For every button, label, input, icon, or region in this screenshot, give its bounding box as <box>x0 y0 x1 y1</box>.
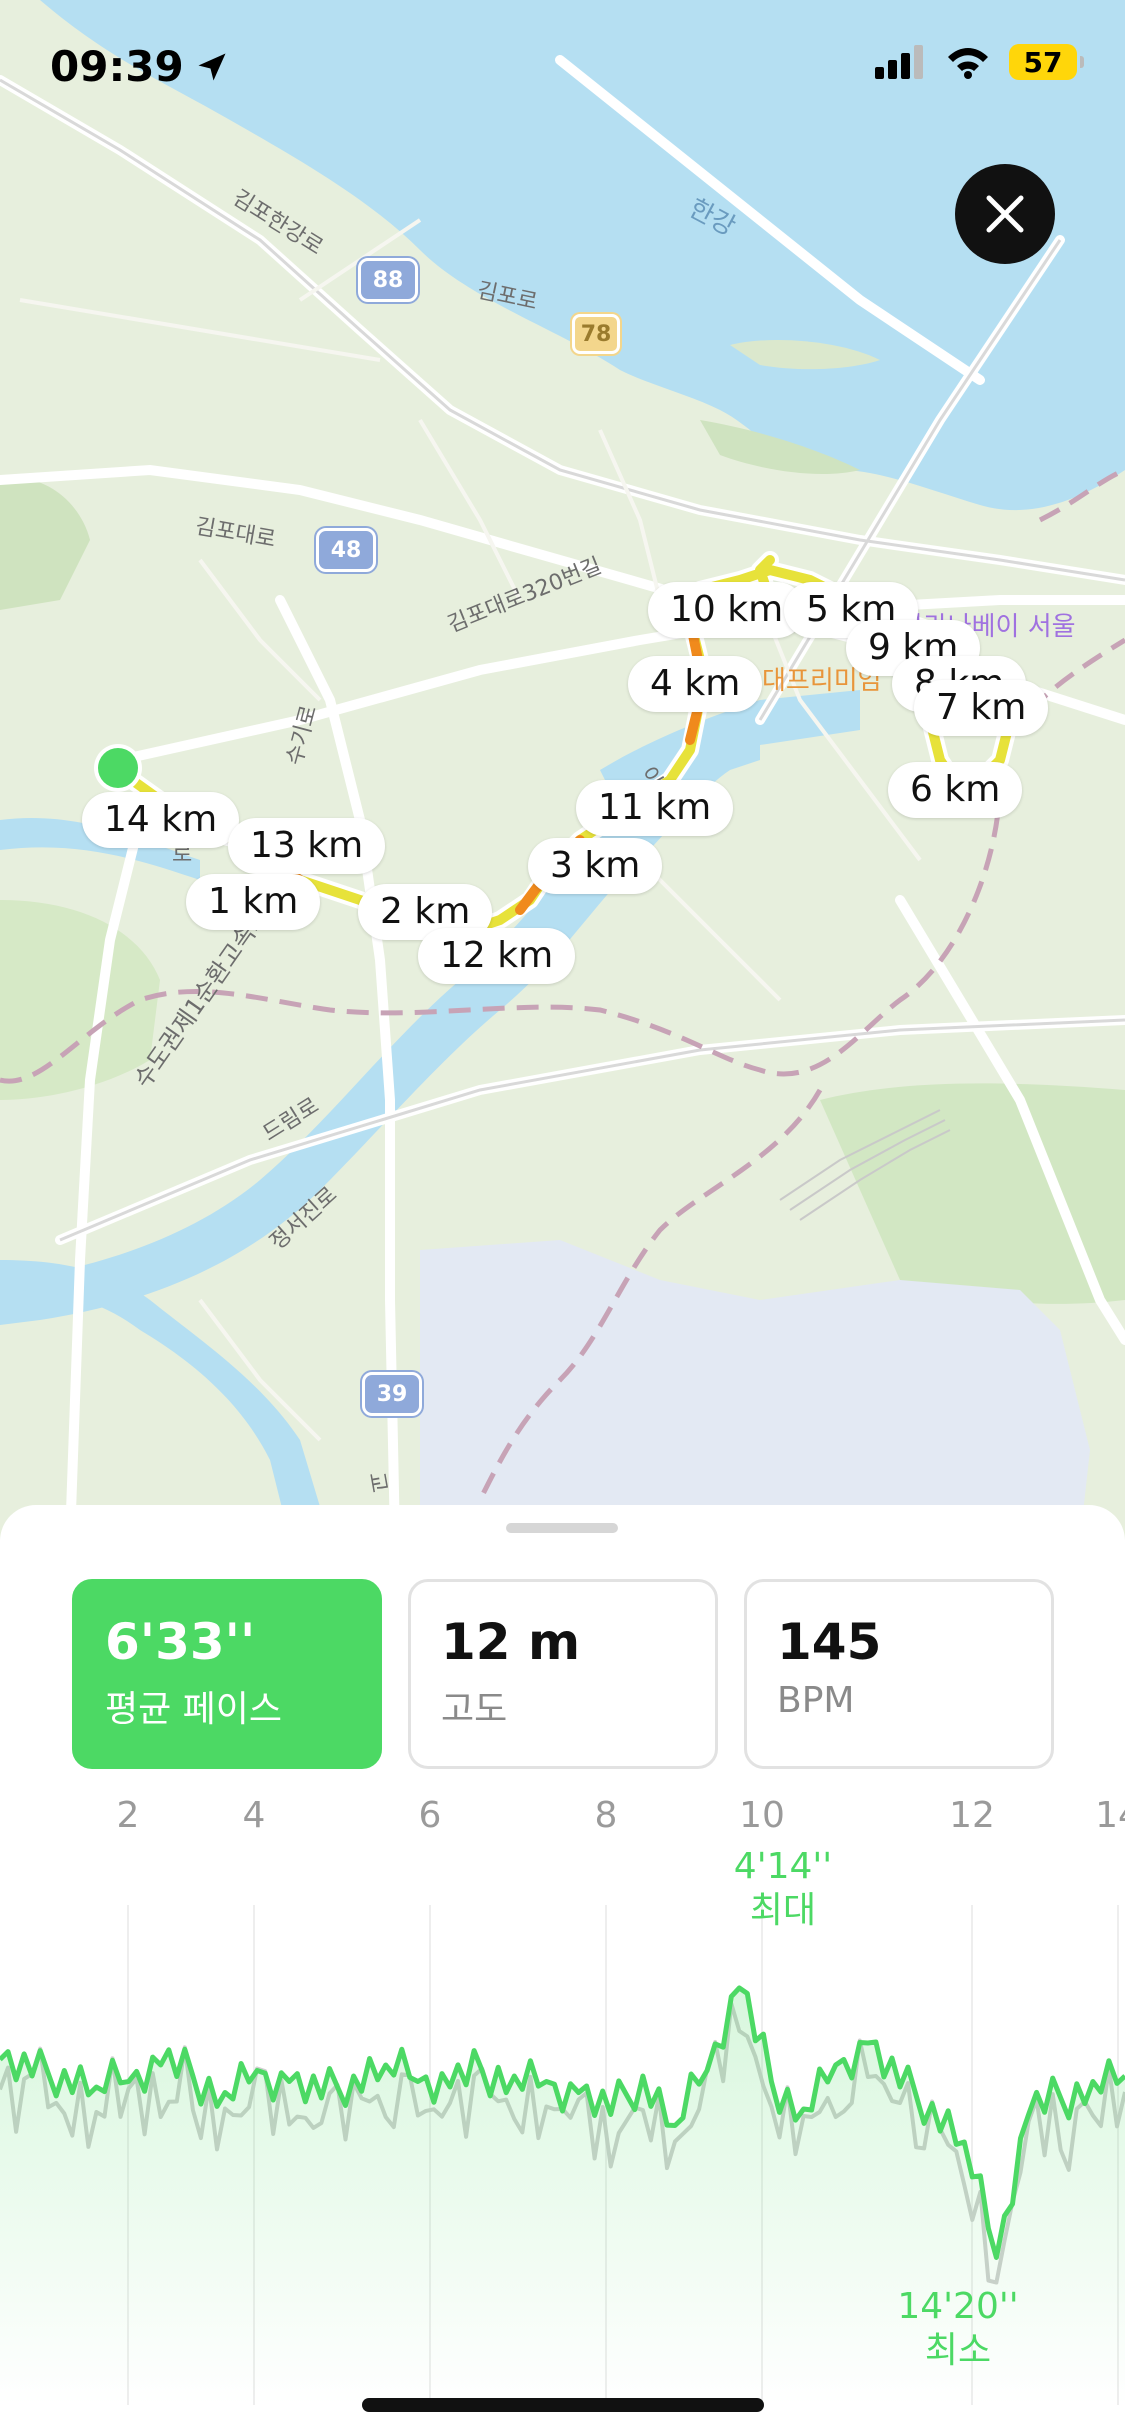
km-marker[interactable]: 3 km <box>528 838 663 894</box>
x-tick-label: 4 <box>242 1795 266 1836</box>
stat-card-heart-rate[interactable]: 145 BPM <box>744 1579 1054 1769</box>
battery-level: 57 <box>1023 45 1063 79</box>
x-tick-label: 10 <box>739 1795 785 1836</box>
road-shield: 39 <box>362 1372 422 1416</box>
status-time-text: 09:39 <box>50 42 184 91</box>
status-time: 09:39 <box>50 42 230 91</box>
km-marker[interactable]: 6 km <box>888 762 1023 818</box>
stat-value: 145 <box>777 1613 882 1671</box>
stat-label: 평균 페이스 <box>105 1689 283 1730</box>
x-tick-label: 12 <box>949 1795 995 1836</box>
km-marker[interactable]: 7 km <box>914 680 1049 736</box>
km-marker[interactable]: 11 km <box>576 780 734 836</box>
pace-chart[interactable]: 4'14'' 최대 14'20'' 최소 <box>0 1845 1125 2405</box>
stat-label: 고도 <box>441 1689 508 1730</box>
x-tick-label: 2 <box>116 1795 140 1836</box>
min-pace-value: 14'20'' <box>897 2286 1019 2327</box>
stat-card-pace[interactable]: 6'33'' 평균 페이스 <box>72 1579 382 1769</box>
km-marker[interactable]: 4 km <box>628 656 763 712</box>
stat-label: BPM <box>777 1680 855 1721</box>
km-marker[interactable]: 1 km <box>186 874 321 930</box>
max-pace-label: 최대 <box>749 1890 817 1931</box>
workout-detail-sheet: 6'33'' 평균 페이스 12 m 고도 145 BPM 2 4 6 8 10… <box>0 1505 1125 2436</box>
x-tick-label: 8 <box>594 1795 618 1836</box>
km-marker[interactable]: 14 km <box>82 792 240 848</box>
max-pace-annotation: 4'14'' 최대 <box>734 1845 832 1933</box>
battery-icon: 57 <box>1009 44 1084 80</box>
road-shield: 48 <box>316 528 376 572</box>
min-pace-label: 최소 <box>924 2330 992 2371</box>
stat-value: 6'33'' <box>105 1613 256 1671</box>
home-indicator[interactable] <box>362 2398 764 2412</box>
close-icon <box>986 195 1024 233</box>
min-pace-annotation: 14'20'' 최소 <box>897 2285 1018 2373</box>
status-icons: 57 <box>875 44 1084 80</box>
road-shield: 78 <box>572 314 620 354</box>
km-marker[interactable]: 12 km <box>418 928 576 984</box>
km-marker[interactable]: 10 km <box>648 582 806 638</box>
signal-icon <box>875 45 923 79</box>
sheet-grabber[interactable] <box>506 1523 618 1533</box>
route-map[interactable]: 김포한강로 한강 김포로 김포대로 김포대로320번길 수기로 수도권제1순환고… <box>0 0 1125 1540</box>
stat-card-elevation[interactable]: 12 m 고도 <box>408 1579 718 1769</box>
road-shield: 88 <box>358 258 418 302</box>
x-tick-label: 14 <box>1095 1795 1125 1836</box>
close-button[interactable] <box>955 164 1055 264</box>
wifi-icon <box>948 48 988 79</box>
max-pace-value: 4'14'' <box>733 1846 833 1887</box>
location-arrow-icon <box>198 53 226 80</box>
stat-value: 12 m <box>441 1613 581 1671</box>
km-marker[interactable]: 13 km <box>228 818 386 874</box>
x-tick-label: 6 <box>418 1795 442 1836</box>
